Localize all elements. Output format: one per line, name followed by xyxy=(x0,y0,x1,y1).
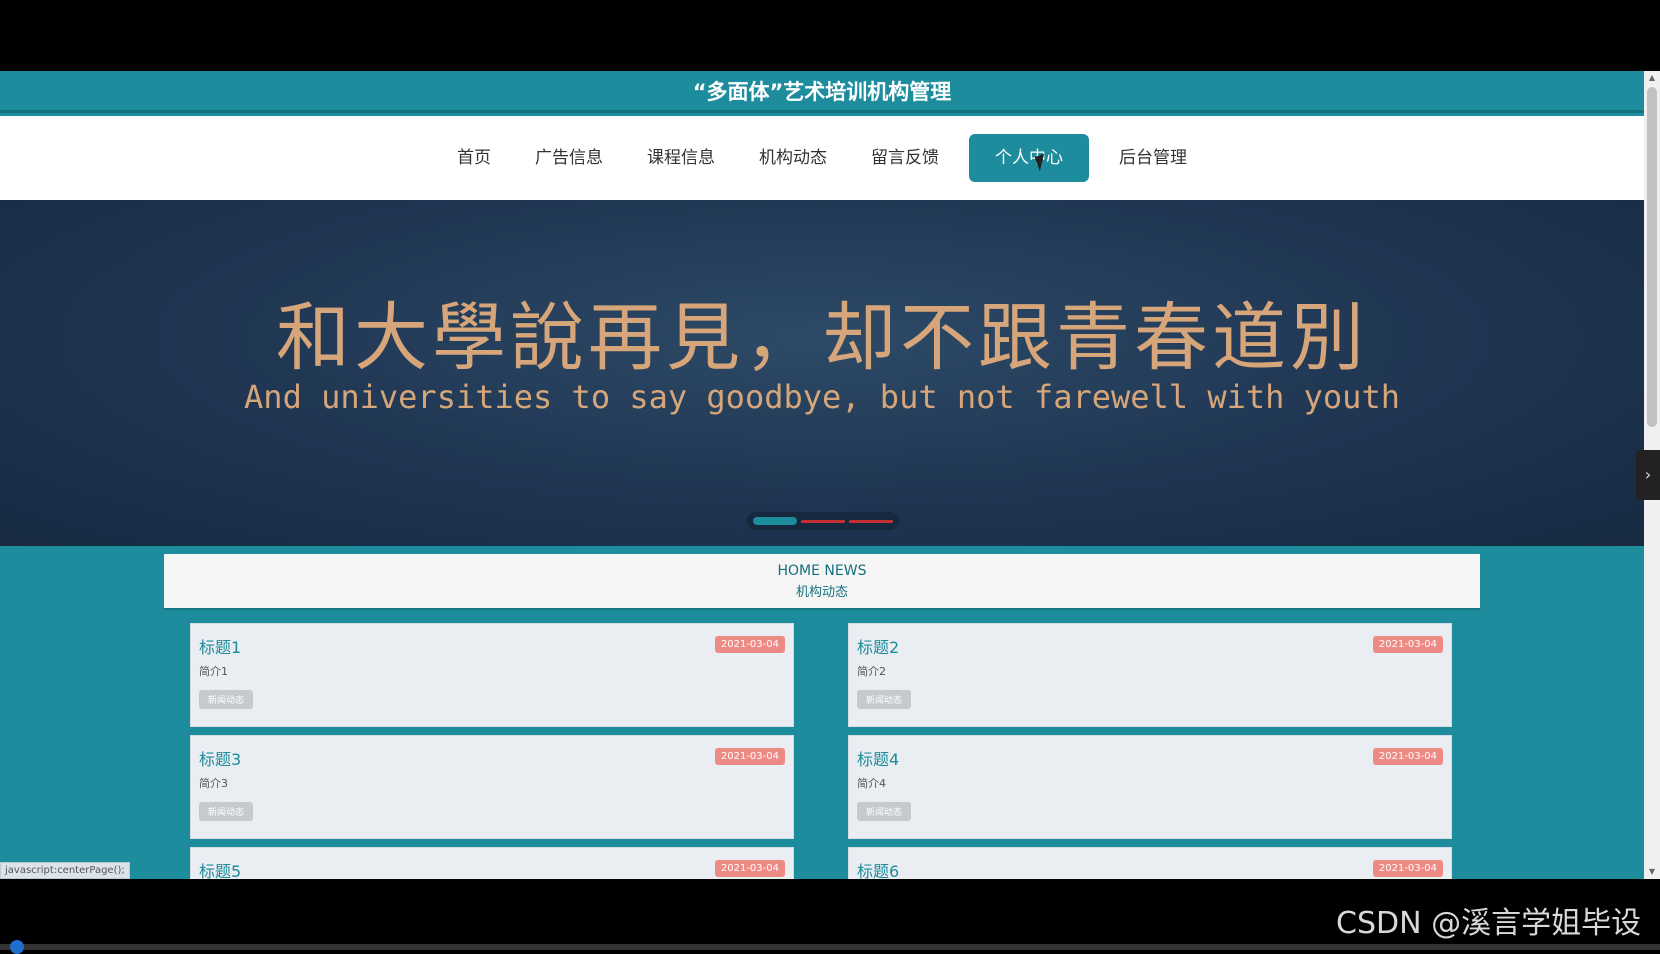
news-card-title[interactable]: 标题4 xyxy=(857,746,899,770)
banner-headline-cn: 和大學說再見，却不跟青春道別 xyxy=(276,295,1368,381)
browser-status-bar: javascript:centerPage(); xyxy=(0,862,130,879)
carousel-dot-3[interactable] xyxy=(849,519,893,523)
news-card-desc: 简介4 xyxy=(857,777,886,790)
nav-item-admin[interactable]: 后台管理 xyxy=(1098,134,1208,182)
carousel-dot-2[interactable] xyxy=(801,519,845,523)
news-card[interactable]: 标题2 2021-03-04 简介2 新闻动态 xyxy=(848,623,1452,727)
news-card[interactable]: 标题6 2021-03-04 xyxy=(848,847,1452,879)
news-card-title[interactable]: 标题3 xyxy=(199,746,241,770)
watermark: CSDN @溪言学姐毕设 xyxy=(1336,906,1642,941)
news-card-tag: 新闻动态 xyxy=(199,690,254,709)
news-card-title[interactable]: 标题5 xyxy=(199,858,241,879)
news-card-date: 2021-03-04 xyxy=(1372,748,1443,765)
carousel-indicators xyxy=(747,512,899,530)
news-card-date: 2021-03-04 xyxy=(1372,636,1443,653)
carousel-dot-1[interactable] xyxy=(753,517,797,525)
site-title: “多面体”艺术培训机构管理 xyxy=(0,71,1644,113)
scroll-up-icon[interactable]: ▲ xyxy=(1644,71,1660,85)
hero-carousel[interactable]: 和大學說再見，却不跟青春道別 And universities to say g… xyxy=(0,200,1644,546)
chevron-right-icon[interactable]: › xyxy=(1636,450,1660,500)
main-nav: 首页 广告信息 课程信息 机构动态 留言反馈 个人中心 后台管理 xyxy=(0,116,1644,200)
scroll-down-icon[interactable]: ▼ xyxy=(1644,865,1660,879)
video-progress-handle[interactable] xyxy=(10,940,24,954)
nav-item-news[interactable]: 机构动态 xyxy=(738,134,848,182)
news-card[interactable]: 标题5 2021-03-04 xyxy=(190,847,794,879)
news-heading-cn: 机构动态 xyxy=(795,585,848,600)
news-card-desc: 简介2 xyxy=(857,665,886,678)
scrollbar-thumb[interactable] xyxy=(1647,87,1657,427)
news-card[interactable]: 标题1 2021-03-04 简介1 新闻动态 xyxy=(190,623,794,727)
news-card-desc: 简介1 xyxy=(199,665,228,678)
news-card-date: 2021-03-04 xyxy=(714,636,785,653)
news-card-tag: 新闻动态 xyxy=(199,802,254,821)
news-heading-en: HOME NEWS xyxy=(777,563,867,579)
news-card[interactable]: 标题4 2021-03-04 简介4 新闻动态 xyxy=(848,735,1452,839)
news-card-tag: 新闻动态 xyxy=(857,690,912,709)
news-card-date: 2021-03-04 xyxy=(714,860,785,877)
news-card-tag: 新闻动态 xyxy=(857,802,912,821)
nav-item-profile[interactable]: 个人中心 xyxy=(969,134,1089,182)
nav-item-feedback[interactable]: 留言反馈 xyxy=(850,134,960,182)
news-card-desc: 简介3 xyxy=(199,777,228,790)
nav-item-ads[interactable]: 广告信息 xyxy=(514,134,624,182)
news-card-date: 2021-03-04 xyxy=(1372,860,1443,877)
news-card-title[interactable]: 标题2 xyxy=(857,634,899,658)
news-card-date: 2021-03-04 xyxy=(714,748,785,765)
browser-viewport: “多面体”艺术培训机构管理 首页 广告信息 课程信息 机构动态 留言反馈 个人中… xyxy=(0,71,1660,879)
video-progress-track xyxy=(0,944,1660,950)
nav-item-home[interactable]: 首页 xyxy=(436,134,512,182)
banner-headline-en: And universities to say goodbye, but not… xyxy=(244,378,1400,416)
news-card-title[interactable]: 标题6 xyxy=(857,858,899,879)
news-section-header: HOME NEWS 机构动态 xyxy=(164,554,1480,610)
nav-item-courses[interactable]: 课程信息 xyxy=(626,134,736,182)
news-card[interactable]: 标题3 2021-03-04 简介3 新闻动态 xyxy=(190,735,794,839)
news-card-title[interactable]: 标题1 xyxy=(199,634,241,658)
